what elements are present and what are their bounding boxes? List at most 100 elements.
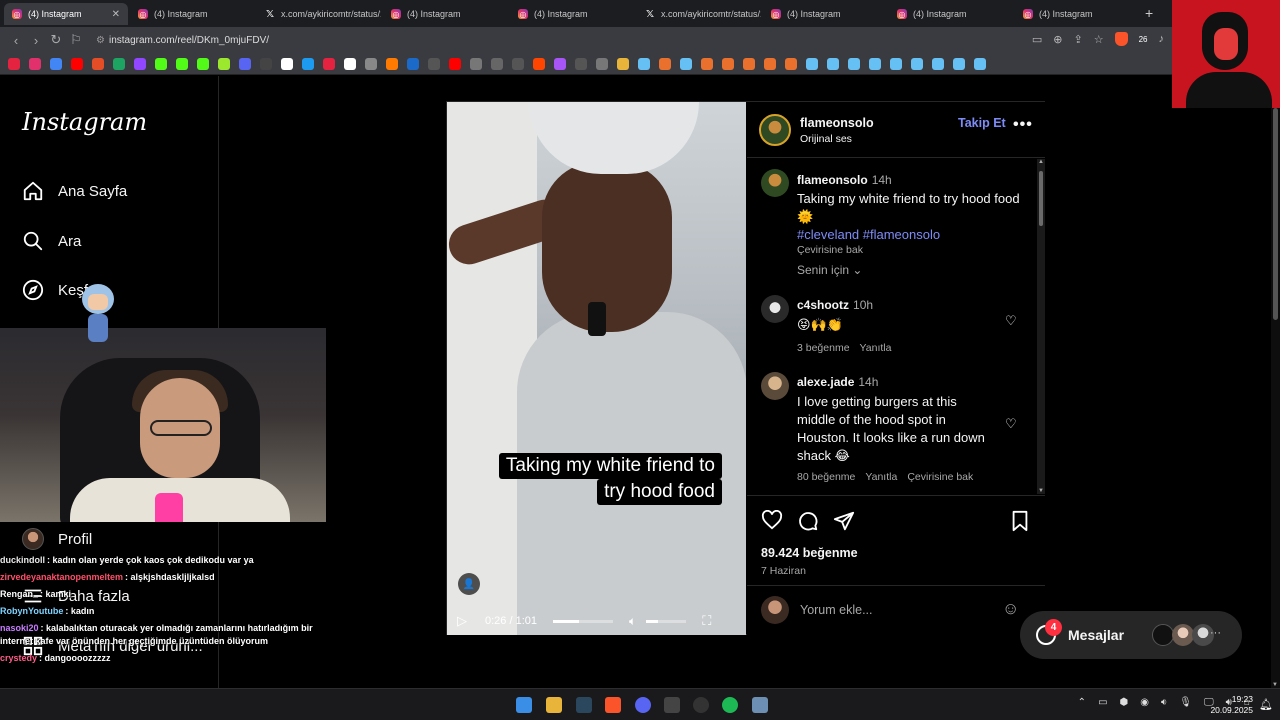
follow-button[interactable]: Takip Et: [958, 116, 1006, 130]
bookmark-favicon-icon[interactable]: [29, 57, 41, 70]
bookmark-favicon-icon[interactable]: [407, 57, 419, 70]
bookmark-favicon-icon[interactable]: [743, 57, 755, 70]
bookmark-favicon-icon[interactable]: [302, 57, 314, 70]
bookmark-favicon-icon[interactable]: [323, 57, 335, 70]
nav-search[interactable]: Ara: [22, 230, 81, 252]
bookmark-favicon-icon[interactable]: [155, 57, 167, 70]
save-bookmark-icon[interactable]: [1010, 510, 1030, 538]
audio-label[interactable]: Orijinal ses: [800, 133, 852, 145]
site-info-icon[interactable]: ⚙: [96, 35, 105, 46]
bookmark-favicon-icon[interactable]: [491, 57, 503, 70]
caption-username[interactable]: flameonsolo: [797, 173, 868, 187]
file-explorer-icon[interactable]: [546, 697, 562, 713]
bookmark-favicon-icon[interactable]: [239, 57, 251, 70]
url-field[interactable]: ⚙ instagram.com/reel/DKm_0mjuFDV/: [96, 35, 269, 46]
reload-icon[interactable]: ↻: [46, 32, 66, 48]
browser-tab-1[interactable]: ◎ (4) Instagram ✕: [4, 3, 128, 25]
browser-tab-9[interactable]: ◎ (4) Instagram: [1015, 3, 1139, 25]
browser-tab-2[interactable]: ◎ (4) Instagram: [130, 3, 254, 25]
app-icon[interactable]: [752, 697, 768, 713]
windows-start-icon[interactable]: [516, 697, 532, 713]
scroll-down-icon[interactable]: ▼: [1038, 488, 1044, 494]
tagged-user-icon[interactable]: 👤: [458, 573, 480, 595]
steam-icon[interactable]: [576, 697, 592, 713]
like-heart-icon[interactable]: [761, 509, 783, 536]
bookmark-favicon-icon[interactable]: [848, 57, 860, 70]
bookmark-favicon-icon[interactable]: [785, 57, 797, 70]
brave-browser-icon[interactable]: [605, 697, 621, 713]
fullscreen-icon[interactable]: ⛶: [702, 613, 711, 629]
comment-avatar[interactable]: [761, 295, 789, 323]
comment-likes[interactable]: 80 beğenme: [797, 471, 855, 483]
comment-like-heart-icon[interactable]: ♡: [1005, 313, 1017, 329]
nav-profile[interactable]: Profil: [22, 528, 92, 550]
comment-username[interactable]: c4shootz: [797, 298, 849, 312]
bookmark-favicon-icon[interactable]: [596, 57, 608, 70]
zoom-icon[interactable]: ⊕: [1053, 33, 1062, 46]
bookmark-favicon-icon[interactable]: [197, 57, 209, 70]
bookmark-favicon-icon[interactable]: [218, 57, 230, 70]
browser-tab-3[interactable]: 𝕏 x.com/aykiricomtr/status/1...: [257, 3, 381, 25]
bookmark-favicon-icon[interactable]: [50, 57, 62, 70]
security-icon[interactable]: ⬢: [1120, 697, 1129, 708]
author-username[interactable]: flameonsolo: [800, 116, 874, 130]
notification-icon[interactable]: 🔔︎: [1259, 698, 1273, 711]
bookmark-favicon-icon[interactable]: [953, 57, 965, 70]
rewards-icon[interactable]: 26: [1139, 35, 1148, 44]
nav-home[interactable]: Ana Sayfa: [22, 180, 127, 202]
page-scrollbar[interactable]: ▼: [1271, 108, 1280, 688]
star-icon[interactable]: ☆: [1094, 33, 1104, 46]
app-icon[interactable]: [693, 697, 709, 713]
bookmark-favicon-icon[interactable]: [260, 57, 272, 70]
bookmark-favicon-icon[interactable]: [575, 57, 587, 70]
reel-video[interactable]: Taking my white friend to try hood food …: [447, 102, 746, 635]
share-icon[interactable]: ⇪: [1074, 33, 1083, 46]
caption-avatar[interactable]: [761, 169, 789, 197]
cast-icon[interactable]: ▭: [1032, 33, 1042, 46]
bookmark-favicon-icon[interactable]: [533, 57, 545, 70]
scroll-thumb[interactable]: [1039, 171, 1043, 226]
instagram-logo[interactable]: Instagram: [22, 108, 147, 136]
reply-button[interactable]: Yanıtla: [860, 342, 892, 354]
more-options-icon[interactable]: •••: [1013, 116, 1033, 134]
bookmark-favicon-icon[interactable]: [680, 57, 692, 70]
bookmark-favicon-icon[interactable]: [92, 57, 104, 70]
comments-scrollbar[interactable]: ▲ ▼: [1037, 159, 1045, 494]
bookmark-favicon-icon[interactable]: [932, 57, 944, 70]
comment-translate[interactable]: Çevirisine bak: [907, 471, 973, 483]
comment-input[interactable]: Yorum ekle...: [800, 603, 873, 617]
bookmark-favicon-icon[interactable]: [554, 57, 566, 70]
bookmark-favicon-icon[interactable]: [365, 57, 377, 70]
caption-hashtags[interactable]: #cleveland #flameonsolo: [797, 226, 1027, 244]
bookmark-favicon-icon[interactable]: [806, 57, 818, 70]
bookmark-favicon-icon[interactable]: [176, 57, 188, 70]
bookmark-favicon-icon[interactable]: [113, 57, 125, 70]
bookmark-icon[interactable]: ⚐: [66, 32, 86, 48]
comment-avatar[interactable]: [761, 372, 789, 400]
bookmark-favicon-icon[interactable]: [449, 57, 461, 70]
video-progress-bar[interactable]: [553, 619, 613, 623]
volume-icon[interactable]: 🔈︎: [629, 614, 636, 629]
browser-tab-4[interactable]: ◎ (4) Instagram: [383, 3, 507, 25]
back-icon[interactable]: ‹: [6, 33, 26, 48]
spotify-icon[interactable]: [722, 697, 738, 713]
bookmark-favicon-icon[interactable]: [659, 57, 671, 70]
bookmark-favicon-icon[interactable]: [890, 57, 902, 70]
bookmark-favicon-icon[interactable]: [974, 57, 986, 70]
bookmark-favicon-icon[interactable]: [638, 57, 650, 70]
bookmark-favicon-icon[interactable]: [134, 57, 146, 70]
bookmark-favicon-icon[interactable]: [722, 57, 734, 70]
emoji-icon[interactable]: ☺: [1002, 599, 1019, 619]
bookmark-favicon-icon[interactable]: [764, 57, 776, 70]
bookmark-favicon-icon[interactable]: [386, 57, 398, 70]
share-send-icon[interactable]: [833, 510, 855, 538]
clock[interactable]: 19:23 20.09.2025: [1208, 694, 1253, 716]
forward-icon[interactable]: ›: [26, 33, 46, 48]
play-icon[interactable]: ▷: [457, 613, 467, 629]
bookmark-favicon-icon[interactable]: [470, 57, 482, 70]
chevron-up-icon[interactable]: ⌃: [1078, 697, 1086, 708]
comment-like-heart-icon[interactable]: ♡: [1005, 416, 1017, 432]
scroll-up-icon[interactable]: ▲: [1038, 159, 1044, 165]
like-count[interactable]: 89.424 beğenme: [761, 546, 858, 560]
close-tab-icon[interactable]: ✕: [112, 9, 120, 20]
